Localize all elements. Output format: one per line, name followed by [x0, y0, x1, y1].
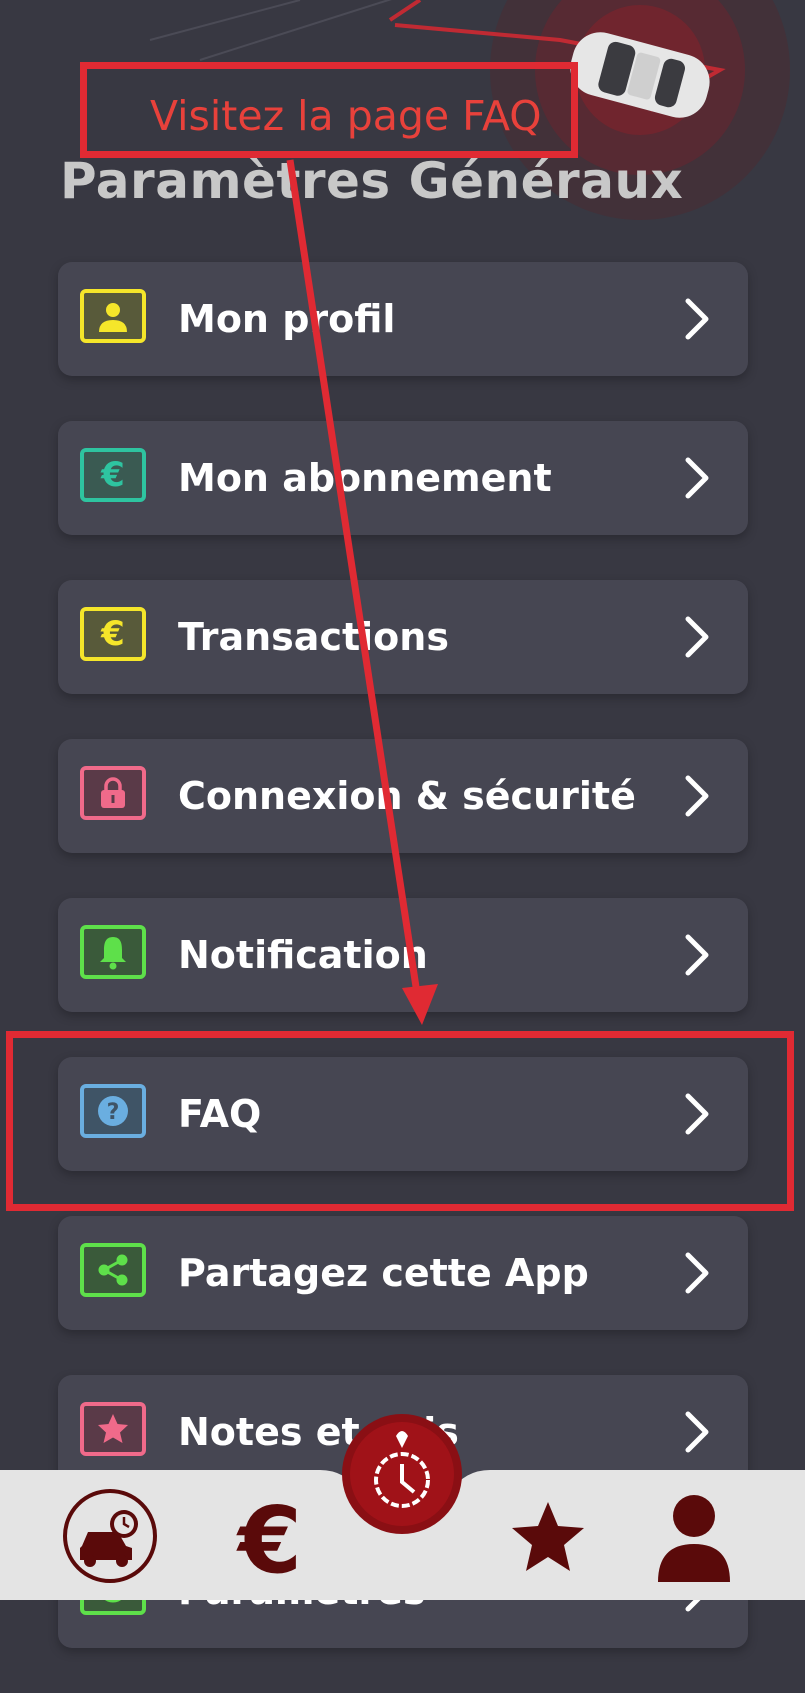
nav-car-clock-button[interactable]	[62, 1488, 158, 1584]
user-icon	[658, 1495, 730, 1582]
nav-user-button[interactable]	[652, 1490, 736, 1586]
lock-icon	[80, 766, 146, 820]
nav-favorites-button[interactable]	[508, 1498, 588, 1578]
menu-item-security[interactable]: Connexion & sécurité	[58, 739, 748, 853]
menu-item-share[interactable]: Partagez cette App	[58, 1216, 748, 1330]
chevron-right-icon	[685, 1252, 709, 1294]
callout-text: Visitez la page FAQ	[150, 92, 542, 140]
svg-text:€: €	[236, 1490, 302, 1590]
star-icon	[80, 1402, 146, 1456]
menu-item-label: Transactions	[178, 615, 449, 659]
bottom-nav: €	[0, 1414, 805, 1600]
profile-card-icon	[80, 289, 146, 343]
menu-item-notification[interactable]: Notification	[58, 898, 748, 1012]
chevron-right-icon	[685, 457, 709, 499]
menu-item-label: Mon profil	[178, 297, 396, 341]
chevron-right-icon	[685, 934, 709, 976]
chevron-right-icon	[685, 616, 709, 658]
faq-highlight-box	[6, 1031, 794, 1211]
page-title: Paramètres Généraux	[60, 152, 684, 210]
share-icon	[80, 1243, 146, 1297]
bell-icon	[80, 925, 146, 979]
menu-item-profile[interactable]: Mon profil	[58, 262, 748, 376]
menu-item-transactions[interactable]: € Transactions	[58, 580, 748, 694]
menu-item-label: Notification	[178, 933, 428, 977]
nav-euro-button[interactable]: €	[230, 1487, 310, 1594]
star-icon	[512, 1502, 584, 1571]
chevron-right-icon	[685, 298, 709, 340]
menu-item-label: Partagez cette App	[178, 1251, 589, 1295]
menu-item-label: Connexion & sécurité	[178, 774, 636, 818]
nav-timer-center-button[interactable]	[340, 1412, 464, 1536]
menu-item-subscription[interactable]: € Mon abonnement	[58, 421, 748, 535]
chevron-right-icon	[685, 1411, 709, 1453]
euro-icon: €	[80, 607, 146, 661]
chevron-right-icon	[685, 775, 709, 817]
car-clock-icon	[63, 1489, 157, 1583]
timer-center-icon	[342, 1414, 462, 1534]
euro-icon: €	[236, 1487, 302, 1594]
menu-item-label: Mon abonnement	[178, 456, 552, 500]
euro-icon: €	[80, 448, 146, 502]
